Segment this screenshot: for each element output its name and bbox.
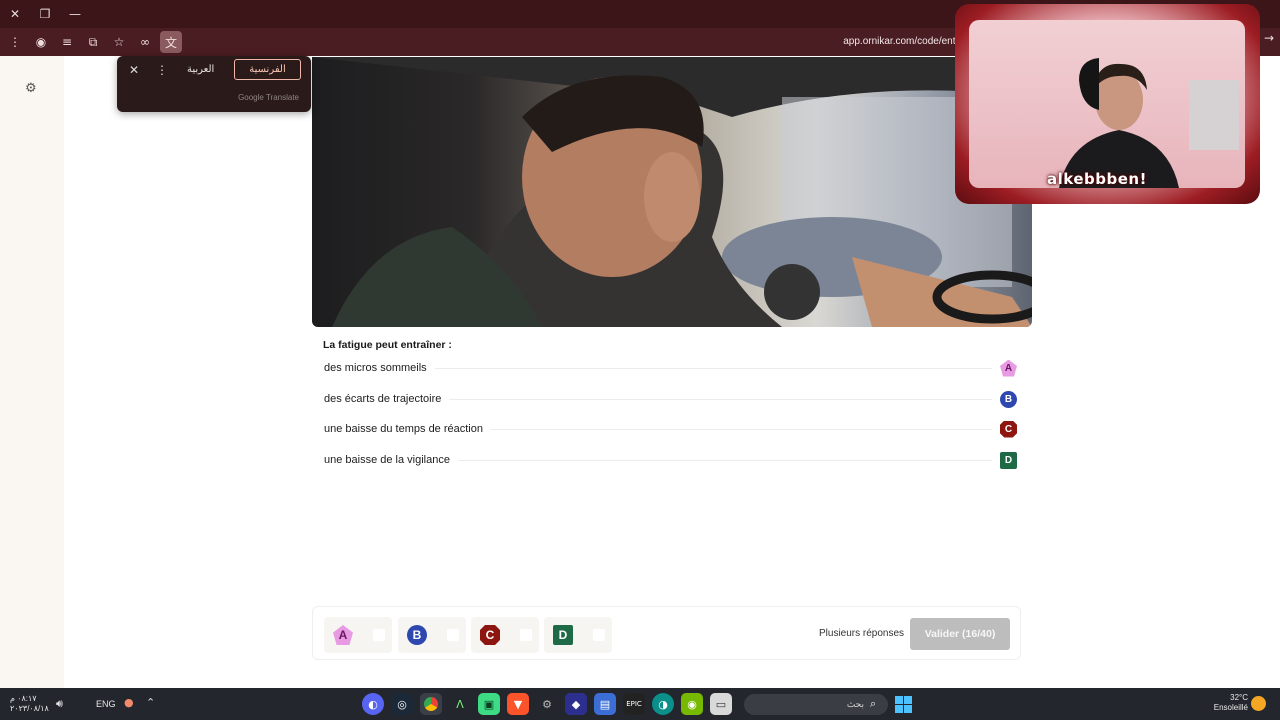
clock-time: ٠٨:١٧ م [10,694,37,703]
taskbar: ٠٨:١٧ م ٢٠٢٣/٠٨/١٨ 🔊︎ ENG ● ⌃ ◐ ◎ Λ ▣ ▼ … [0,688,1280,720]
brave-icon[interactable]: ▼ [507,693,529,715]
shield-extension-icon[interactable]: ◉ [30,31,52,53]
close-icon[interactable]: ✕ [129,63,139,77]
search-icon[interactable]: ⌕ [870,697,876,711]
multiple-answers-label: Plusieurs réponses [819,628,905,639]
validate-button[interactable]: Valider (16/40) [910,618,1010,650]
choice-c[interactable]: C [471,617,539,653]
volume-icon[interactable]: 🔊︎ [56,697,63,711]
terminal-icon[interactable]: Λ [449,693,471,715]
answer-selection-bar: A B C D Plusieurs réponses Valider (16/4… [312,606,1021,660]
star-icon[interactable]: ☆ [108,31,130,53]
translate-icon[interactable]: 文 [160,31,182,53]
answer-b: des écarts de trajectoire B [324,387,1017,411]
streamer-avatar [1059,58,1239,188]
webcam-feed [969,20,1245,188]
left-rail: ⚙ [0,56,64,688]
translate-brand: Google Translate [238,93,299,102]
answer-d-badge: D [1000,451,1017,469]
input-language[interactable]: ENG [96,699,116,709]
restore-window-icon[interactable]: ❐ [30,0,60,28]
answer-b-text: des écarts de trajectoire [324,393,442,405]
answer-divider [449,398,992,400]
answer-a-text: des micros sommeils [324,362,427,374]
weather-temp: 32°C [1230,693,1248,702]
edge-icon[interactable]: ◑ [652,693,674,715]
android-icon[interactable]: ▣ [478,693,500,715]
choice-d[interactable]: D [544,617,612,653]
choice-c-checkbox[interactable] [520,629,532,641]
choice-a-checkbox[interactable] [373,629,385,641]
answer-c-badge: C [1000,420,1017,438]
answer-c-text: une baisse du temps de réaction [324,423,483,435]
choice-a-badge: A [333,625,353,645]
search-input[interactable]: بحث [744,694,888,715]
weather-widget[interactable]: 32°C Ensoleillé [1212,693,1248,713]
gear-icon[interactable]: ⚙ [25,82,39,96]
answer-d-text: une baisse de la vigilance [324,454,450,466]
answer-c: une baisse du temps de réaction C [324,417,1017,441]
chrome-icon[interactable] [420,693,442,715]
answer-divider [434,367,992,369]
reader-icon[interactable]: ≡ [56,31,78,53]
choice-a[interactable]: A [324,617,392,653]
question-image [312,57,1032,327]
choice-b-checkbox[interactable] [447,629,459,641]
choice-d-checkbox[interactable] [593,629,605,641]
question-text: La fatigue peut entraîner : [323,339,452,351]
language-option-french[interactable]: الفرنسية [234,59,301,80]
answer-divider [491,428,992,430]
clock-date: ٢٠٢٣/٠٨/١٨ [10,704,49,713]
driver-yawning-photo [312,57,1032,327]
nvidia-icon[interactable]: ◉ [681,693,703,715]
epic-games-icon[interactable]: EPIC [623,693,645,715]
forward-icon[interactable]: → [1264,31,1274,45]
answer-a: des micros sommeils A [324,356,1017,380]
discord-icon[interactable]: ◐ [362,693,384,715]
weather-desc: Ensoleillé [1213,703,1248,712]
file-explorer-icon[interactable]: ▭ [710,693,732,715]
steam-icon[interactable]: ◎ [391,693,413,715]
close-window-icon[interactable]: ✕ [0,0,30,28]
clock[interactable]: ٠٨:١٧ م ٢٠٢٣/٠٨/١٨ [10,694,49,714]
language-option-arabic[interactable]: العربية [187,64,214,75]
notification-icon[interactable] [1251,696,1266,711]
streamer-name: alkebbben! [1047,170,1147,188]
answer-d: une baisse de la vigilance D [324,448,1017,472]
store-icon[interactable]: ▤ [594,693,616,715]
more-vertical-icon[interactable]: ⋮ [156,63,168,77]
choice-b[interactable]: B [398,617,466,653]
answer-b-badge: B [1000,390,1017,408]
menu-dots-icon[interactable]: ⋮ [4,31,26,53]
microphone-icon[interactable]: ● [124,696,134,709]
choice-b-badge: B [407,625,427,645]
answer-a-badge: A [1000,359,1017,377]
choice-d-badge: D [553,625,573,645]
taskbar-apps: ◐ ◎ Λ ▣ ▼ ⚙ ◆ ▤ EPIC ◑ ◉ ▭ [362,693,732,715]
minimize-window-icon[interactable]: — [60,0,90,28]
webcam-overlay: alkebbben! [955,4,1260,204]
glasses-icon[interactable]: ∞ [134,31,156,53]
choice-c-badge: C [480,625,500,645]
answer-divider [457,459,992,461]
puzzle-icon[interactable]: ⧉ [82,31,104,53]
windows-start-icon[interactable] [895,696,912,713]
translate-popup: ✕ ⋮ العربية الفرنسية Google Translate [117,56,311,112]
system-tray: 🔊︎ [56,697,63,711]
game-app-icon[interactable]: ◆ [565,693,587,715]
chevron-up-icon[interactable]: ⌃ [146,696,155,709]
gear-app-icon[interactable]: ⚙ [536,693,558,715]
